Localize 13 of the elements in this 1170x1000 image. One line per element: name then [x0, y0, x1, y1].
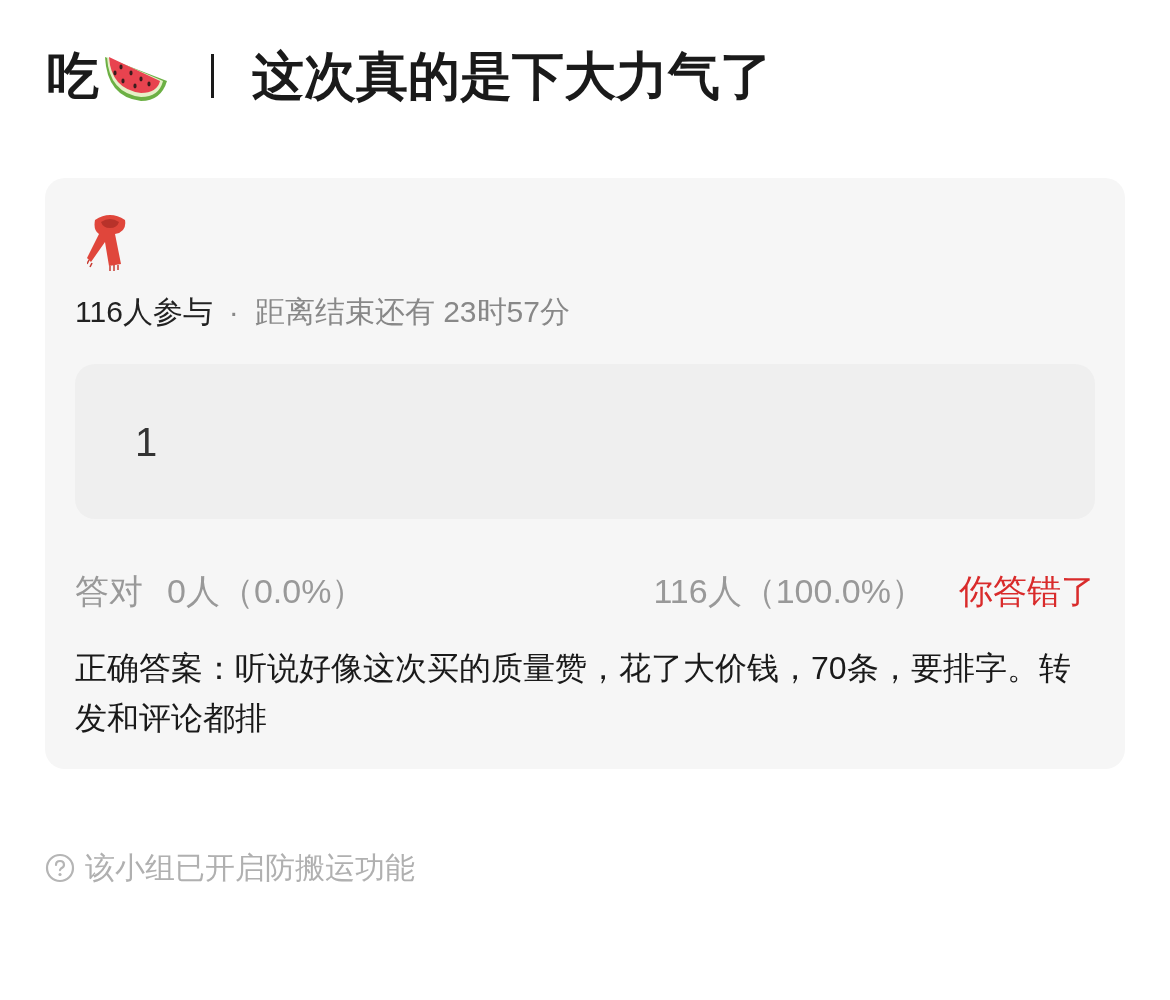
answer-option[interactable]: 1: [75, 364, 1095, 519]
result-text: 你答错了: [959, 571, 1095, 612]
correct-answer: 正确答案：听说好像这次买的质量赞，花了大价钱，70条，要排字。转发和评论都排: [75, 649, 1072, 738]
title-prefix: 吃: [47, 50, 99, 102]
notice-text: 该小组已开启防搬运功能: [85, 850, 415, 886]
correct-count: 0人（0.0%）: [167, 571, 366, 612]
participant-count: 116人参与: [75, 294, 213, 330]
correct-label: 答对: [75, 571, 143, 612]
wrong-count: 116人（100.0%）: [653, 571, 925, 612]
help-icon: [45, 852, 75, 883]
post-title: 这次真的是下大力气了: [252, 50, 772, 102]
countdown-text: 距离结束还有 23时57分: [254, 294, 570, 330]
separator-dot: ·: [228, 294, 239, 330]
